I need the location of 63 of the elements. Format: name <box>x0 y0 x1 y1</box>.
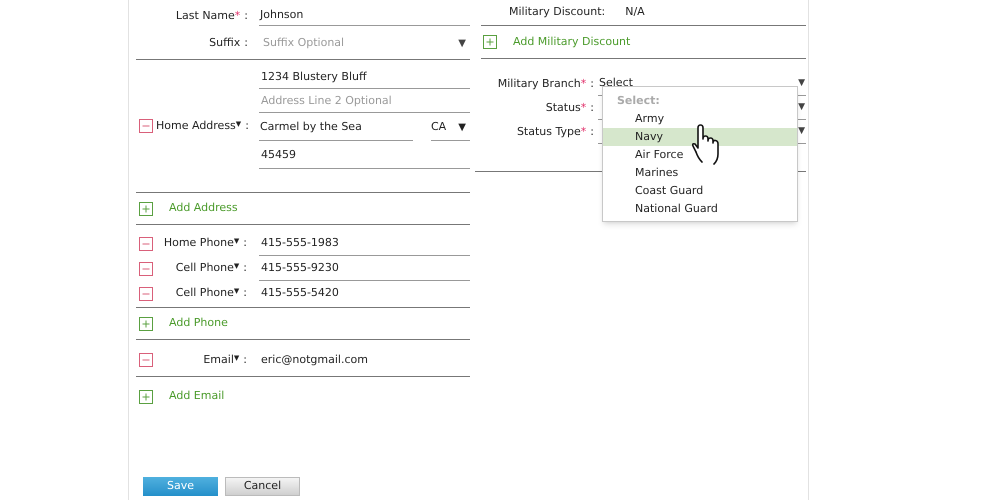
minus-icon[interactable] <box>139 262 153 276</box>
field-label: : <box>590 124 594 140</box>
field-label: Home Address <box>156 118 236 134</box>
input-field[interactable]: Johnson <box>259 6 470 26</box>
caret-icon: ▼ <box>798 76 805 90</box>
field-value: N/A <box>625 4 645 20</box>
plus-icon[interactable] <box>139 202 153 216</box>
caret-icon: ▼ <box>458 36 466 50</box>
input-field[interactable]: 415-555-9230 <box>259 256 470 281</box>
field-label: Home Phone <box>164 235 234 252</box>
add-link[interactable]: Add Email <box>169 388 224 405</box>
field-label: : <box>243 285 247 302</box>
add-link[interactable]: Add Military Discount <box>513 34 630 50</box>
dropdown-option[interactable]: Air Force <box>603 146 797 164</box>
caret-icon: ▼ <box>798 124 805 138</box>
input-field[interactable]: 415-555-5420 <box>259 281 470 306</box>
select-field[interactable]: CA ▼ <box>431 115 470 141</box>
field-label: : <box>244 34 248 51</box>
field-label: Status Type <box>516 124 581 140</box>
minus-icon[interactable] <box>139 236 153 250</box>
field-label: : <box>243 352 247 368</box>
minus-icon[interactable] <box>139 286 153 300</box>
required-mark: * <box>580 124 586 140</box>
caret-icon: ▼ <box>798 100 805 114</box>
required-mark: * <box>580 100 586 116</box>
input-field[interactable]: 1234 Blustery Bluff <box>259 67 470 89</box>
minus-icon[interactable] <box>139 119 153 133</box>
field-label: : <box>245 118 249 134</box>
field-label: Cell Phone <box>176 285 234 302</box>
field-label: Suffix <box>209 34 240 51</box>
dropdown-option[interactable]: Marines <box>603 164 797 182</box>
hand-cursor-icon <box>690 124 720 166</box>
required-mark: * <box>234 8 240 24</box>
field-label: Email <box>203 352 234 368</box>
cancel-button[interactable]: Cancel <box>225 477 300 496</box>
add-link[interactable]: Add Address <box>169 200 238 217</box>
field-label: : <box>590 76 594 92</box>
dropdown-header: Select: <box>616 93 661 109</box>
dropdown-option[interactable]: Army <box>603 110 797 128</box>
dropdown-option[interactable]: Navy <box>603 128 797 146</box>
input-field[interactable]: Carmel by the Sea <box>259 115 413 141</box>
input-field[interactable]: eric@notgmail.com <box>259 345 470 375</box>
field-label: Military Discount: <box>509 4 606 20</box>
input-field[interactable]: 415-555-1983 <box>259 231 470 256</box>
field-label: Cell Phone <box>176 260 234 276</box>
field-label: : <box>243 260 247 276</box>
field-label: Status <box>546 100 581 116</box>
dropdown-option[interactable]: National Guard <box>603 200 797 218</box>
plus-icon[interactable] <box>139 316 153 330</box>
minus-icon[interactable] <box>139 353 153 367</box>
field-label: : <box>243 235 247 252</box>
caret-icon: ▼ <box>458 120 466 135</box>
field-label: : <box>590 100 594 116</box>
select-field[interactable]: Suffix Optional ▼ <box>259 33 470 53</box>
field-label: Last Name <box>176 8 235 24</box>
plus-icon[interactable] <box>483 35 497 49</box>
field-label: Military Branch <box>498 76 581 92</box>
add-link[interactable]: Add Phone <box>169 315 228 332</box>
required-mark: * <box>580 76 586 92</box>
plus-icon[interactable] <box>139 390 153 404</box>
input-field[interactable]: 45459 <box>259 143 470 169</box>
field-label: : <box>244 8 248 24</box>
dropdown-option[interactable]: Coast Guard <box>603 182 797 200</box>
